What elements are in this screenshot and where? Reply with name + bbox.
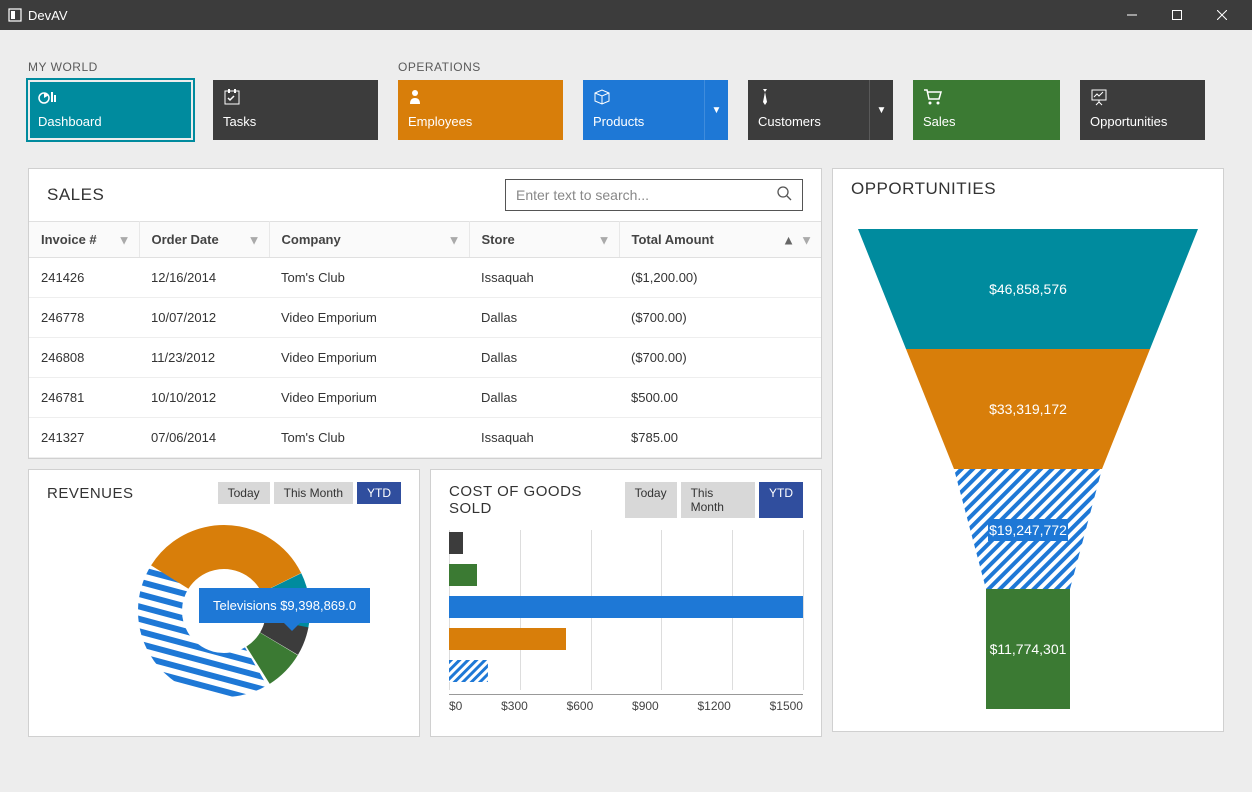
tile-products[interactable]: Products ▼ (583, 80, 728, 140)
search-icon[interactable] (776, 185, 792, 206)
logo-icon (8, 8, 22, 22)
tile-customers[interactable]: Customers ▼ (748, 80, 893, 140)
person-icon (408, 88, 553, 110)
funnel-label: $46,858,576 (989, 281, 1067, 297)
cogs-title: COST OF GOODS SOLD (449, 483, 625, 517)
filter-icon[interactable]: ▼ (800, 232, 813, 247)
tile-dashboard[interactable]: Dashboard (28, 80, 193, 140)
seg-ytd[interactable]: YTD (357, 482, 401, 504)
tile-products-menu[interactable]: ▼ (704, 80, 728, 140)
nav-group-label: MY WORLD (28, 60, 378, 74)
seg-month[interactable]: This Month (681, 482, 755, 518)
bar (449, 564, 477, 586)
col-company[interactable]: Company▼ (269, 222, 469, 258)
box-icon (593, 88, 694, 110)
col-orderdate[interactable]: Order Date▼ (139, 222, 269, 258)
tile-opportunities[interactable]: Opportunities (1080, 80, 1205, 140)
cart-icon (923, 88, 1050, 110)
bar (449, 660, 488, 682)
table-row[interactable]: 24680811/23/2012Video EmporiumDallas($70… (29, 338, 821, 378)
presentation-icon (1090, 88, 1195, 110)
table-row[interactable]: 24678110/10/2012Video EmporiumDallas$500… (29, 378, 821, 418)
col-invoice[interactable]: Invoice #▼ (29, 222, 139, 258)
chart-tooltip: Televisions $9,398,869.0 (199, 588, 370, 623)
table-row[interactable]: 24132707/06/2014Tom's ClubIssaquah$785.0… (29, 418, 821, 458)
x-axis: $0$300$600$900$1200$1500 (449, 694, 803, 713)
tile-sales[interactable]: Sales (913, 80, 1060, 140)
title-bar: DevAV (0, 0, 1252, 30)
tile-tasks[interactable]: Tasks (213, 80, 378, 140)
dashboard-icon (38, 88, 183, 110)
table-row[interactable]: 24677810/07/2012Video EmporiumDallas($70… (29, 298, 821, 338)
seg-today[interactable]: Today (625, 482, 677, 518)
seg-month[interactable]: This Month (274, 482, 353, 504)
funnel-label: $11,774,301 (990, 641, 1067, 657)
search-input[interactable] (516, 187, 776, 203)
seg-ytd[interactable]: YTD (759, 482, 803, 518)
tile-customers-menu[interactable]: ▼ (869, 80, 893, 140)
revenues-chart: Televisions $9,398,869.0 (29, 508, 419, 713)
funnel-label: $19,247,772 (989, 522, 1067, 538)
revenues-title: REVENUES (47, 485, 134, 502)
bar (449, 532, 463, 554)
app-logo: DevAV (8, 8, 68, 23)
opportunities-title: OPPORTUNITIES (851, 179, 996, 199)
search-box[interactable] (505, 179, 803, 211)
seg-today[interactable]: Today (218, 482, 270, 504)
cogs-chart: $0$300$600$900$1200$1500 (431, 522, 821, 713)
sales-panel: SALES Invoice #▼ Order Date▼ Company▼ St… (28, 168, 822, 459)
sort-asc-icon[interactable]: ▲ (782, 232, 795, 247)
tie-icon (758, 88, 859, 110)
nav-group-label: OPERATIONS (398, 60, 1205, 74)
bar (449, 628, 566, 650)
close-button[interactable] (1199, 0, 1244, 30)
filter-icon[interactable]: ▼ (248, 232, 261, 247)
nav-bar: MY WORLD Dashboard Tasks OPERATIONS Empl… (0, 30, 1252, 168)
sales-title: SALES (47, 185, 104, 205)
filter-icon[interactable]: ▼ (118, 232, 131, 247)
bar (449, 596, 803, 618)
sales-table: Invoice #▼ Order Date▼ Company▼ Store▼ T… (29, 221, 821, 458)
maximize-button[interactable] (1154, 0, 1199, 30)
filter-icon[interactable]: ▼ (448, 232, 461, 247)
app-title: DevAV (28, 8, 68, 23)
opportunities-panel: OPPORTUNITIES $46,858,576 $33,319,172 $1… (832, 168, 1224, 732)
revenues-panel: REVENUES Today This Month YTD (28, 469, 420, 737)
cogs-panel: COST OF GOODS SOLD Today This Month YTD (430, 469, 822, 737)
col-store[interactable]: Store▼ (469, 222, 619, 258)
minimize-button[interactable] (1109, 0, 1154, 30)
funnel-chart: $46,858,576 $33,319,172 $19,247,772 $11,… (833, 209, 1223, 719)
funnel-label: $33,319,172 (989, 401, 1067, 417)
table-row[interactable]: 24142612/16/2014Tom's ClubIssaquah($1,20… (29, 258, 821, 298)
col-total[interactable]: Total Amount▲▼ (619, 222, 821, 258)
tasks-icon (223, 88, 368, 110)
filter-icon[interactable]: ▼ (598, 232, 611, 247)
tile-employees[interactable]: Employees (398, 80, 563, 140)
